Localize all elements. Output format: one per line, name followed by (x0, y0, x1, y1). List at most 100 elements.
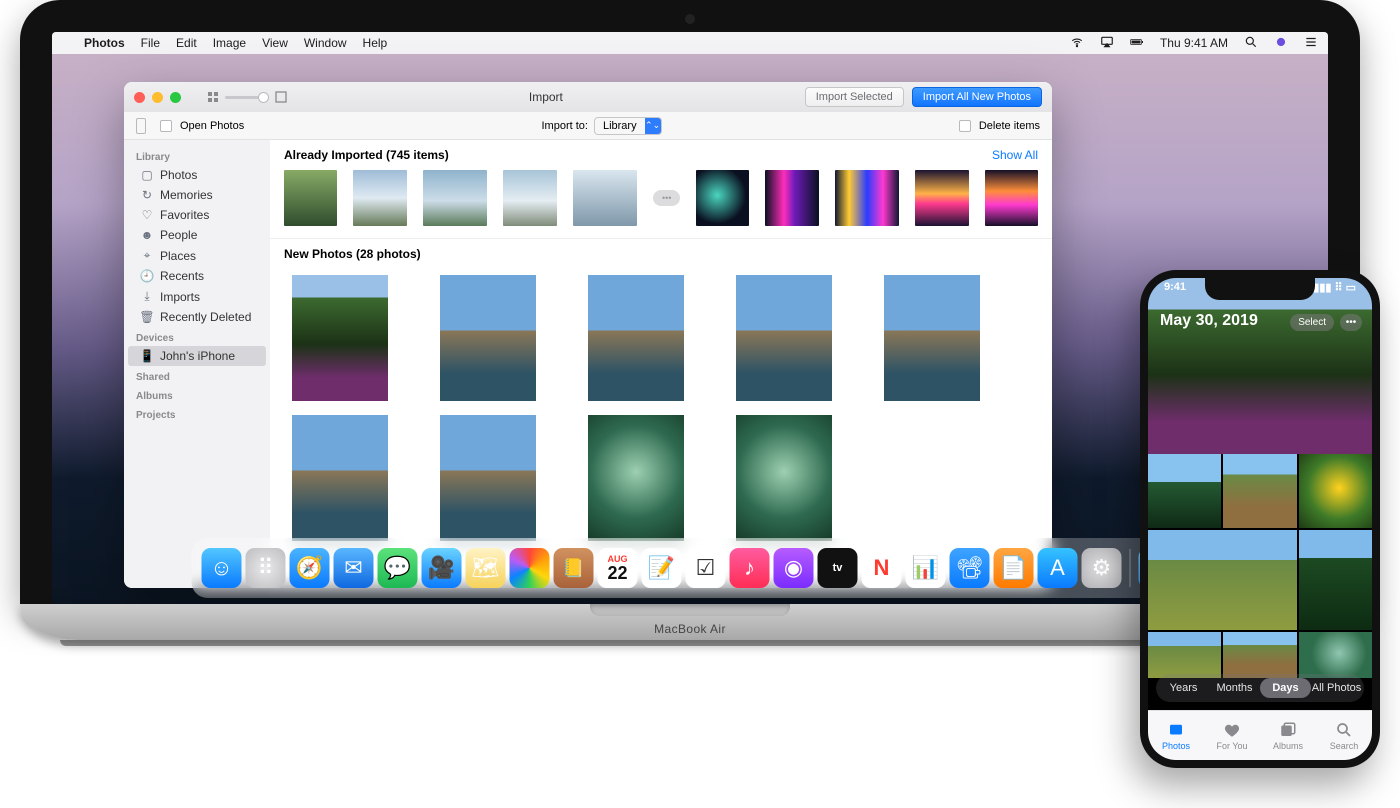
new-photo-thumb[interactable] (884, 275, 980, 401)
dock-numbers[interactable]: 📊 (906, 548, 946, 588)
new-photo-thumb[interactable] (588, 275, 684, 401)
import-to-select[interactable]: Library ⌃⌄ (594, 117, 662, 135)
dock-maps[interactable]: 🗺 (466, 548, 506, 588)
sidebar-item-recently-deleted[interactable]: 🗑Recently Deleted (128, 307, 266, 327)
sidebar-item-favorites[interactable]: ♡Favorites (128, 205, 266, 225)
import-selected-button[interactable]: Import Selected (805, 87, 904, 107)
imported-thumb[interactable] (696, 170, 749, 226)
dock-system-preferences[interactable]: ⚙︎ (1082, 548, 1122, 588)
dock-news[interactable]: N (862, 548, 902, 588)
menubar-image[interactable]: Image (213, 36, 246, 50)
more-thumbs-indicator[interactable]: ••• (653, 190, 680, 206)
iphone-tile[interactable] (1299, 530, 1372, 630)
dock-calendar[interactable]: AUG22 (598, 548, 638, 588)
seg-days[interactable]: Days (1260, 678, 1311, 698)
tab-search[interactable]: Search (1316, 711, 1372, 760)
dock-appstore[interactable]: A (1038, 548, 1078, 588)
tab-photos[interactable]: Photos (1148, 711, 1204, 760)
phone-icon: 📱 (140, 349, 154, 363)
sidebar-item-imports[interactable]: ⤓Imports (128, 286, 266, 307)
dock-messages[interactable]: 💬 (378, 548, 418, 588)
imported-thumb[interactable] (985, 170, 1038, 226)
new-photo-thumb[interactable] (292, 275, 388, 401)
iphone-tile[interactable] (1148, 454, 1221, 528)
dock-pages[interactable]: 📄 (994, 548, 1034, 588)
airplay-icon[interactable] (1100, 35, 1114, 52)
iphone-select-button[interactable]: Select (1290, 314, 1334, 331)
iphone-tile[interactable] (1148, 632, 1221, 678)
tab-albums[interactable]: Albums (1260, 711, 1316, 760)
window-close-button[interactable] (134, 92, 145, 103)
notification-center-icon[interactable] (1304, 35, 1318, 52)
show-all-link[interactable]: Show All (992, 148, 1038, 162)
menubar-view[interactable]: View (262, 36, 288, 50)
new-photo-thumb[interactable] (440, 415, 536, 541)
tab-foryou[interactable]: For You (1204, 711, 1260, 760)
imported-thumb[interactable] (915, 170, 968, 226)
imported-thumb[interactable] (423, 170, 488, 226)
dock-launchpad[interactable]: ⠿ (246, 548, 286, 588)
sidebar-header-albums[interactable]: Albums (124, 385, 270, 404)
new-photo-thumb[interactable] (736, 275, 832, 401)
iphone-tile[interactable] (1223, 454, 1296, 528)
iphone-photo-grid (1148, 454, 1372, 678)
dock-finder[interactable]: ☺ (202, 548, 242, 588)
window-fullscreen-button[interactable] (170, 92, 181, 103)
sidebar-item-people[interactable]: ☻People (128, 225, 266, 245)
seg-years[interactable]: Years (1158, 678, 1209, 698)
battery-icon[interactable] (1130, 35, 1144, 52)
new-photo-thumb[interactable] (292, 415, 388, 541)
window-titlebar[interactable]: Import Import Selected Import All New Ph… (124, 82, 1052, 112)
iphone-hero-photo[interactable]: May 30, 2019 Select ••• (1148, 278, 1372, 454)
delete-items-checkbox[interactable] (959, 120, 971, 132)
sidebar-header-projects[interactable]: Projects (124, 404, 270, 423)
new-photo-thumb[interactable] (736, 415, 832, 541)
dock-photos[interactable] (510, 548, 550, 588)
dock-notes[interactable]: 📝 (642, 548, 682, 588)
sidebar-item-device-iphone[interactable]: 📱John's iPhone (128, 346, 266, 366)
iphone-more-button[interactable]: ••• (1340, 314, 1362, 331)
dock-contacts[interactable]: 📒 (554, 548, 594, 588)
iphone-tile[interactable] (1223, 632, 1296, 678)
imported-thumb[interactable] (765, 170, 818, 226)
dock-keynote[interactable]: 📽 (950, 548, 990, 588)
menubar-file[interactable]: File (141, 36, 160, 50)
menubar-edit[interactable]: Edit (176, 36, 197, 50)
menubar-clock[interactable]: Thu 9:41 AM (1160, 36, 1228, 50)
imported-thumb[interactable] (503, 170, 556, 226)
new-photo-thumb[interactable] (588, 415, 684, 541)
sidebar-item-recents[interactable]: 🕘Recents (128, 266, 266, 286)
wifi-icon[interactable] (1070, 35, 1084, 52)
dock-facetime[interactable]: 🎥 (422, 548, 462, 588)
iphone-tile[interactable] (1148, 530, 1297, 630)
open-photos-checkbox[interactable] (160, 120, 172, 132)
new-photo-thumb[interactable] (440, 275, 536, 401)
menubar-help[interactable]: Help (363, 36, 388, 50)
webcam-dot (685, 14, 695, 24)
siri-icon[interactable] (1274, 35, 1288, 52)
sidebar-item-photos[interactable]: ▢Photos (128, 165, 266, 185)
import-all-button[interactable]: Import All New Photos (912, 87, 1042, 107)
menubar-window[interactable]: Window (304, 36, 347, 50)
dock-tv[interactable]: tv (818, 548, 858, 588)
seg-months[interactable]: Months (1209, 678, 1260, 698)
iphone-tile[interactable] (1299, 454, 1372, 528)
sidebar-item-memories[interactable]: ↻Memories (128, 185, 266, 205)
dock-reminders[interactable]: ☑︎ (686, 548, 726, 588)
imported-thumb[interactable] (353, 170, 406, 226)
seg-allphotos[interactable]: All Photos (1311, 678, 1362, 698)
dock-music[interactable]: ♪ (730, 548, 770, 588)
window-minimize-button[interactable] (152, 92, 163, 103)
thumbnail-zoom-slider[interactable] (207, 91, 287, 103)
imported-thumb[interactable] (573, 170, 638, 226)
sidebar-item-places[interactable]: ⌖Places (128, 245, 266, 266)
imported-thumb[interactable] (835, 170, 900, 226)
dock-safari[interactable]: 🧭 (290, 548, 330, 588)
dock-podcasts[interactable]: ◉ (774, 548, 814, 588)
spotlight-icon[interactable] (1244, 35, 1258, 52)
menubar-app-name[interactable]: Photos (84, 36, 125, 50)
imported-thumb[interactable] (284, 170, 337, 226)
sidebar-header-shared[interactable]: Shared (124, 366, 270, 385)
dock-mail[interactable]: ✉︎ (334, 548, 374, 588)
iphone-tile[interactable] (1299, 632, 1372, 678)
